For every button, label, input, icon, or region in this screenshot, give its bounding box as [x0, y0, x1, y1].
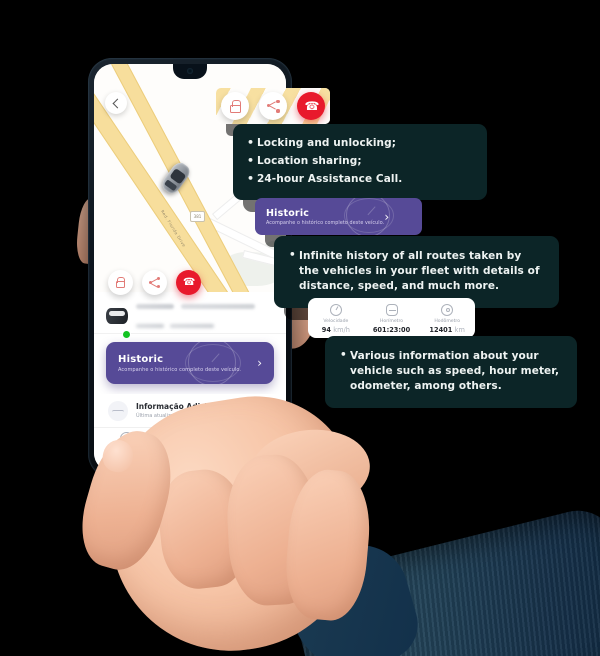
feature-item: Location sharing; [247, 154, 473, 168]
historic-card-title: Historic [118, 353, 164, 365]
overlay-action-buttons-card: ☎ [216, 88, 330, 124]
assistance-call-button[interactable]: ☎ [176, 270, 201, 295]
callout-metrics-text: Various information about your vehicle s… [340, 348, 562, 394]
metric-value: 94 km/h [308, 326, 364, 334]
overlay-metric-hour-meter: Horímetro 601:23:00 [364, 302, 420, 334]
metric-label: Horímetro [379, 319, 404, 324]
vehicle-summary-row[interactable] [94, 297, 286, 339]
metric-number: 601:23:00 [372, 326, 411, 334]
overlay-metrics-card: Velocidade 94 km/h Horímetro 601:23:00 H… [308, 298, 475, 338]
metric-unit: km [454, 326, 465, 334]
lock-unlock-button[interactable] [108, 270, 133, 295]
overlay-metric-speed: Velocidade 94 km/h [308, 302, 364, 334]
feature-list: Locking and unlocking; Location sharing;… [247, 136, 473, 186]
callout-features: Locking and unlocking; Location sharing;… [233, 124, 487, 201]
feature-item: Locking and unlocking; [247, 136, 473, 150]
share-icon [149, 277, 160, 288]
overlay-historic-card[interactable]: Historic Acompanhe o histórico completo … [255, 198, 422, 235]
metric-number: 94 [321, 326, 331, 334]
overlay-lock-unlock-button[interactable] [221, 92, 249, 120]
feature-item: 24-hour Assistance Call. [247, 172, 473, 186]
lock-icon [116, 277, 126, 288]
map-action-buttons: ☎ [108, 270, 201, 295]
callout-history-text: Infinite history of all routes taken by … [289, 248, 544, 294]
overlay-share-location-button[interactable] [259, 92, 287, 120]
lock-icon [229, 99, 241, 113]
metric-number: 12401 [429, 326, 453, 334]
share-location-button[interactable] [142, 270, 167, 295]
phone-icon: ☎ [304, 98, 320, 113]
camera-notch [173, 64, 207, 79]
status-online-dot [122, 329, 131, 339]
metric-unit: km/h [333, 326, 350, 334]
car-icon [106, 307, 128, 324]
metric-value: 601:23:00 [364, 326, 420, 334]
metric-value: 12401 km [419, 326, 475, 334]
chevron-right-icon: › [257, 356, 262, 370]
chevron-right-icon: › [384, 209, 390, 224]
phone-icon: ☎ [183, 277, 196, 288]
odometer-icon [441, 304, 454, 316]
overlay-assistance-call-button[interactable]: ☎ [297, 92, 325, 120]
historic-card[interactable]: Historic Acompanhe o histórico completo … [106, 342, 274, 384]
metric-label: Velocidade [323, 319, 349, 324]
historic-card-subtitle: Acompanhe o histórico completo deste veí… [118, 366, 242, 373]
vehicle-identity-redacted [136, 297, 274, 335]
callout-metrics: Various information about your vehicle s… [325, 336, 577, 408]
overlay-metric-odometer: Hodômetro 12401 km [419, 302, 475, 334]
share-icon [266, 99, 280, 113]
back-button[interactable] [105, 92, 127, 114]
hour-meter-icon [385, 304, 398, 316]
speedometer-icon [329, 304, 342, 316]
chevron-left-icon [112, 98, 122, 108]
map-route-shield: 381 [190, 211, 205, 222]
metric-label: Hodômetro [434, 319, 461, 324]
callout-history: Infinite history of all routes taken by … [274, 236, 559, 308]
promo-composition: Red. Florida Drive 381 ☎ Historic Acompa… [0, 0, 600, 656]
chart-icon [108, 400, 128, 421]
